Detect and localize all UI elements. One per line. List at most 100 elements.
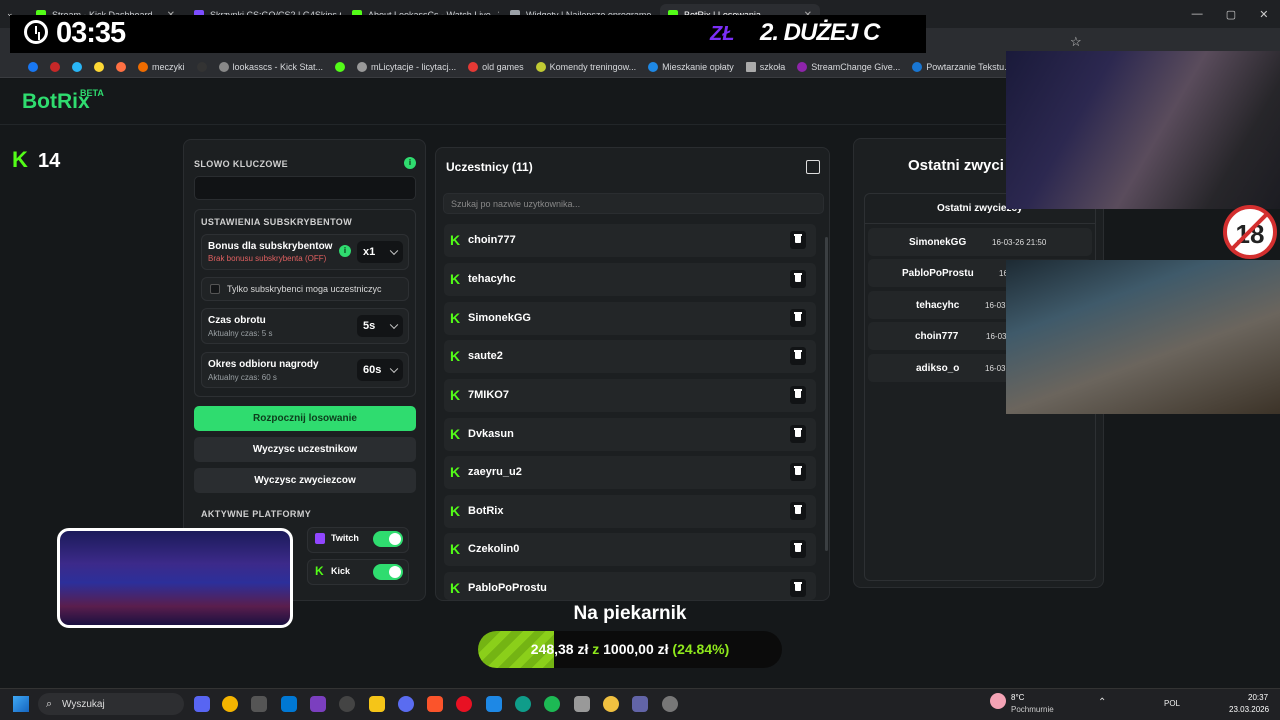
- bookmark-szkola[interactable]: szkoła: [745, 61, 785, 72]
- bookmark-powtarzanie[interactable]: Powtarzanie Tekstu...: [912, 61, 1012, 72]
- edge-icon[interactable]: [515, 696, 531, 712]
- app-icon[interactable]: [398, 696, 414, 712]
- malwarebytes-icon[interactable]: [486, 696, 502, 712]
- trash-icon[interactable]: [790, 231, 806, 249]
- kick-viewer-count: 14: [38, 150, 61, 172]
- trash-icon[interactable]: [790, 579, 806, 597]
- taskbar-time[interactable]: 20:37: [1248, 693, 1268, 702]
- minimize-icon[interactable]: —: [1192, 8, 1203, 20]
- kick-toggle[interactable]: [373, 564, 403, 580]
- keyword-input[interactable]: [194, 176, 416, 200]
- participant-name: choin777: [468, 234, 516, 246]
- spin-time-select[interactable]: 5s: [357, 315, 403, 337]
- subscriber-bonus-select[interactable]: x1: [357, 241, 403, 263]
- bookmark-mieszkanie[interactable]: Mieszkanie opłaty: [648, 61, 734, 72]
- bookmark-item[interactable]: [335, 61, 346, 72]
- participant-name: tehacyhc: [468, 273, 516, 285]
- bookmark-item[interactable]: [28, 61, 38, 72]
- file-explorer-icon[interactable]: [369, 696, 385, 712]
- participant-name: saute2: [468, 350, 503, 362]
- store-icon[interactable]: [251, 696, 267, 712]
- participants-scrollbar[interactable]: [825, 237, 828, 551]
- bookmark-label: Powtarzanie Tekstu...: [926, 61, 1012, 72]
- close-window-icon[interactable]: ✕: [1259, 8, 1268, 21]
- select-value: 5s: [363, 320, 376, 332]
- claim-period-current: Aktualny czas: 60 s: [208, 373, 277, 382]
- trash-icon[interactable]: [790, 463, 806, 481]
- start-icon[interactable]: [13, 696, 29, 712]
- visual-studio-icon[interactable]: [310, 696, 326, 712]
- info-icon[interactable]: i: [339, 245, 351, 257]
- kick-logo-icon: K: [450, 232, 461, 248]
- search-icon: ⌕: [46, 698, 53, 710]
- twitch-toggle[interactable]: [373, 531, 403, 547]
- goal-target: 1000,00 zł: [603, 641, 669, 657]
- participant-name: BotRix: [468, 505, 504, 517]
- brave-icon[interactable]: [427, 696, 443, 712]
- input-language[interactable]: POL: [1164, 699, 1180, 708]
- participant-name: SimonekGG: [468, 312, 531, 324]
- tray-chevron-icon[interactable]: ⌃: [1098, 697, 1106, 708]
- clear-participants-button[interactable]: Wyczysc uczestnikow: [194, 437, 416, 462]
- teams-icon[interactable]: [632, 696, 648, 712]
- taskbar-search[interactable]: Wyszukaj: [38, 693, 184, 715]
- trash-icon[interactable]: [790, 309, 806, 327]
- winner-name: adikso_o: [916, 363, 960, 374]
- chevron-down-icon: [389, 320, 399, 330]
- bookmark-meczyki[interactable]: meczyki: [138, 61, 185, 72]
- currency-mark: ZŁ: [710, 23, 735, 45]
- bookmark-lookasscs[interactable]: lookasscs - Kick Stat...: [218, 61, 323, 72]
- trash-icon[interactable]: [790, 347, 806, 365]
- overlay-clock: 03:35: [56, 17, 126, 49]
- winner-date: 16-03: [985, 364, 1006, 373]
- spin-time-current: Aktualny czas: 5 s: [208, 329, 273, 338]
- bookmark-item[interactable]: [116, 61, 126, 72]
- trash-icon[interactable]: [790, 540, 806, 558]
- bookmark-star-icon[interactable]: ☆: [1070, 34, 1082, 50]
- kick-logo-icon: K: [450, 541, 461, 557]
- kick-logo-icon: K: [450, 387, 461, 403]
- bookmark-komendy[interactable]: Komendy treningow...: [535, 61, 636, 72]
- bookmark-old-games[interactable]: old games: [468, 61, 524, 72]
- trash-icon[interactable]: [790, 270, 806, 288]
- kick-logo-icon: K: [315, 564, 324, 578]
- subscribers-only-checkbox[interactable]: [210, 284, 220, 294]
- start-draw-button[interactable]: Rozpocznij losowanie: [194, 406, 416, 431]
- outlook-icon[interactable]: [281, 696, 297, 712]
- winner-name: PabloPoProstu: [902, 268, 974, 279]
- bookmark-item[interactable]: [196, 61, 207, 72]
- opera-icon[interactable]: [456, 696, 472, 712]
- maximize-icon[interactable]: ▢: [1226, 8, 1236, 21]
- select-value: x1: [363, 246, 376, 258]
- overlay-ticker: 2. DUŻEJ C: [760, 19, 880, 46]
- badge-text: 18: [1235, 219, 1265, 249]
- subscriber-settings-label: USTAWIENIA SUBSKRYBENTOW: [201, 217, 353, 227]
- bookmark-streamchange[interactable]: StreamChange Give...: [797, 61, 900, 72]
- clear-winners-button[interactable]: Wyczysc zwyciezcow: [194, 468, 416, 493]
- participant-search-input[interactable]: Szukaj po nazwie uzytkownika...: [443, 193, 824, 214]
- weather-temp[interactable]: 8°C: [1011, 693, 1024, 702]
- trash-icon[interactable]: [790, 386, 806, 404]
- taskbar-date[interactable]: 23.03.2026: [1229, 705, 1269, 714]
- bookmark-item[interactable]: [94, 61, 104, 72]
- beta-badge: BETA: [80, 88, 104, 98]
- copy-icon[interactable]: [806, 160, 820, 174]
- bookmark-mlicytacje[interactable]: mLicytacje - licytacj...: [357, 61, 456, 72]
- app-icon[interactable]: [603, 696, 619, 712]
- spotify-icon[interactable]: [544, 696, 560, 712]
- speedometer-icon[interactable]: [339, 696, 355, 712]
- app-icon[interactable]: [574, 696, 590, 712]
- bookmark-item[interactable]: [50, 61, 60, 72]
- trash-icon[interactable]: [790, 502, 806, 520]
- participant-row: K Dvkasun: [444, 418, 816, 451]
- claim-period-select[interactable]: 60s: [357, 359, 403, 381]
- discord-icon[interactable]: [194, 696, 210, 712]
- participant-row: K SimonekGG: [444, 302, 816, 335]
- clock-icon: [24, 20, 48, 44]
- settings-gear-icon[interactable]: [662, 696, 678, 712]
- bookmark-item[interactable]: [72, 61, 82, 72]
- chrome-icon[interactable]: [222, 696, 238, 712]
- info-icon[interactable]: i: [404, 157, 416, 169]
- subscriber-bonus-title: Bonus dla subskrybentow: [208, 241, 333, 252]
- trash-icon[interactable]: [790, 425, 806, 443]
